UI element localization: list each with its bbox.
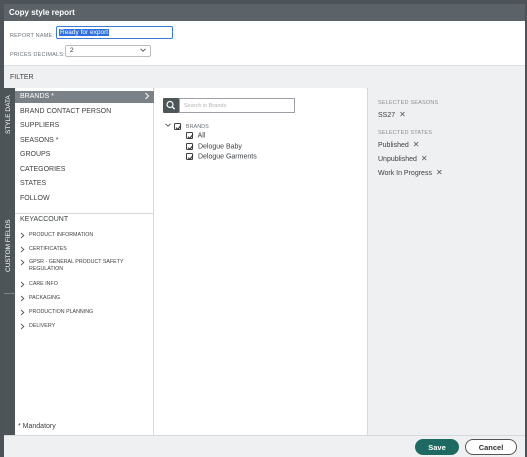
remove-icon[interactable]: ✕ xyxy=(399,110,406,119)
nav-item-brand-contact-person[interactable]: BRAND CONTACT PERSON xyxy=(15,106,154,118)
report-name-label: REPORT NAME: xyxy=(10,33,55,39)
selected-season-chip: SS27 ✕ xyxy=(378,110,406,119)
custom-field-label: PRODUCT INFORMATION xyxy=(29,232,94,238)
custom-field-label: CARE INFO xyxy=(29,281,58,287)
nav-item-keyaccount[interactable]: KEYACCOUNT xyxy=(15,214,154,226)
custom-field-gpsr[interactable]: GPSR - GENERAL PRODUCT SAFETY REGULATION xyxy=(20,259,135,273)
selected-state-label: Published xyxy=(378,142,409,149)
brand-option-label: All xyxy=(197,132,206,140)
nav-item-groups[interactable]: GROUPS xyxy=(15,149,154,161)
custom-field-certificates[interactable]: CERTIFICATES xyxy=(20,246,67,253)
selected-state-chip: Unpublished ✕ xyxy=(378,154,428,163)
filter-category-list: BRANDS * BRAND CONTACT PERSON SUPPLIERS … xyxy=(15,88,154,435)
nav-item-label: KEYACCOUNT xyxy=(20,216,69,223)
brand-option-all[interactable]: All xyxy=(186,132,205,139)
report-name-input[interactable]: Ready for export xyxy=(56,26,173,39)
custom-field-label: PACKAGING xyxy=(29,295,61,301)
nav-item-follow[interactable]: FOLLOW xyxy=(15,193,154,205)
nav-item-label: CATEGORIES xyxy=(20,166,66,173)
selected-state-label: Work In Progress xyxy=(378,170,432,177)
brand-option-label: Delogue Garments xyxy=(197,153,257,161)
chevron-right-icon xyxy=(20,309,25,319)
mandatory-note: * Mandatory xyxy=(18,423,56,430)
selected-filters-panel: SELECTED SEASONS SS27 ✕ SELECTED STATES P… xyxy=(367,88,525,435)
brand-option-label: Delogue Baby xyxy=(197,143,242,151)
selected-states-title: SELECTED STATES xyxy=(378,130,433,136)
brand-delogue-garments-checkbox[interactable] xyxy=(186,153,194,161)
report-name-value: Ready for export xyxy=(59,29,110,36)
nav-item-label: BRAND CONTACT PERSON xyxy=(20,108,112,115)
dialog-footer: Save Cancel xyxy=(4,435,525,457)
nav-item-label: BRANDS * xyxy=(20,93,54,100)
remove-icon[interactable]: ✕ xyxy=(436,168,443,177)
brands-search-input[interactable]: Search in Brands xyxy=(179,98,295,113)
prices-decimals-select[interactable]: 2 xyxy=(65,45,151,57)
brands-group-row[interactable]: BRANDS xyxy=(165,122,209,130)
chevron-right-icon xyxy=(20,259,25,269)
selected-state-chip: Work In Progress ✕ xyxy=(378,168,443,177)
brand-delogue-baby-checkbox[interactable] xyxy=(186,143,194,151)
remove-icon[interactable]: ✕ xyxy=(421,154,428,163)
nav-item-label: FOLLOW xyxy=(20,195,50,202)
brands-group-label: BRANDS xyxy=(185,123,209,130)
chevron-right-icon xyxy=(20,232,25,242)
nav-item-label: SEASONS * xyxy=(20,137,59,144)
dialog-title: Copy style report xyxy=(4,4,525,21)
brands-selection-panel: Search in Brands BRANDS All Delogue Baby xyxy=(155,88,366,435)
brand-all-checkbox[interactable] xyxy=(186,132,194,140)
chevron-right-icon xyxy=(20,295,25,305)
custom-field-product-information[interactable]: PRODUCT INFORMATION xyxy=(20,232,93,239)
tab-style-data[interactable]: STYLE DATA xyxy=(5,95,12,134)
chevron-right-icon xyxy=(20,323,25,333)
nav-item-seasons[interactable]: SEASONS * xyxy=(15,135,154,147)
selected-seasons-title: SELECTED SEASONS xyxy=(378,100,439,106)
search-icon xyxy=(163,100,179,117)
selected-state-label: Unpublished xyxy=(378,156,417,163)
search-button[interactable] xyxy=(163,98,179,113)
selected-season-label: SS27 xyxy=(378,112,396,119)
custom-field-label: DELIVERY xyxy=(29,323,56,329)
custom-field-packaging[interactable]: PACKAGING xyxy=(20,295,60,302)
filter-title: FILTER xyxy=(10,74,34,81)
chevron-right-icon xyxy=(20,281,25,291)
custom-field-label: GPSR - GENERAL PRODUCT SAFETY REGULATION xyxy=(29,259,124,272)
filter-header: FILTER xyxy=(4,65,525,89)
remove-icon[interactable]: ✕ xyxy=(413,140,420,149)
chevron-right-icon xyxy=(144,92,150,102)
brand-option-delogue-baby[interactable]: Delogue Baby xyxy=(186,143,242,150)
nav-item-states[interactable]: STATES xyxy=(15,178,154,190)
prices-decimals-value: 2 xyxy=(70,47,74,54)
chevron-right-icon xyxy=(20,246,25,256)
nav-item-suppliers[interactable]: SUPPLIERS xyxy=(15,120,154,132)
brands-group-checkbox[interactable] xyxy=(173,122,182,130)
chevron-down-icon xyxy=(140,47,146,55)
search-placeholder: Search in Brands xyxy=(184,103,227,109)
save-button[interactable]: Save xyxy=(415,439,459,455)
nav-item-categories[interactable]: CATEGORIES xyxy=(15,164,154,176)
side-tab-divider xyxy=(4,293,15,294)
prices-decimals-label: PRICES DECIMALS: xyxy=(10,52,65,58)
nav-item-brands[interactable]: BRANDS * xyxy=(15,91,154,103)
custom-field-delivery[interactable]: DELIVERY xyxy=(20,323,55,330)
custom-field-care-info[interactable]: CARE INFO xyxy=(20,281,58,288)
custom-field-production-planning[interactable]: PRODUCTION PLANNING xyxy=(20,309,93,316)
selected-state-chip: Published ✕ xyxy=(378,140,419,149)
nav-item-label: STATES xyxy=(20,180,47,187)
chevron-down-icon[interactable] xyxy=(165,122,171,130)
brand-option-delogue-garments[interactable]: Delogue Garments xyxy=(186,153,257,160)
nav-item-label: GROUPS xyxy=(20,151,51,158)
tab-custom-fields[interactable]: CUSTOM FIELDS xyxy=(5,219,12,272)
custom-field-label: PRODUCTION PLANNING xyxy=(29,309,94,315)
custom-field-label: CERTIFICATES xyxy=(29,246,67,252)
cancel-button[interactable]: Cancel xyxy=(465,439,517,455)
copy-style-report-dialog: Copy style report REPORT NAME: Ready for… xyxy=(4,4,525,457)
nav-item-label: SUPPLIERS xyxy=(20,122,60,129)
